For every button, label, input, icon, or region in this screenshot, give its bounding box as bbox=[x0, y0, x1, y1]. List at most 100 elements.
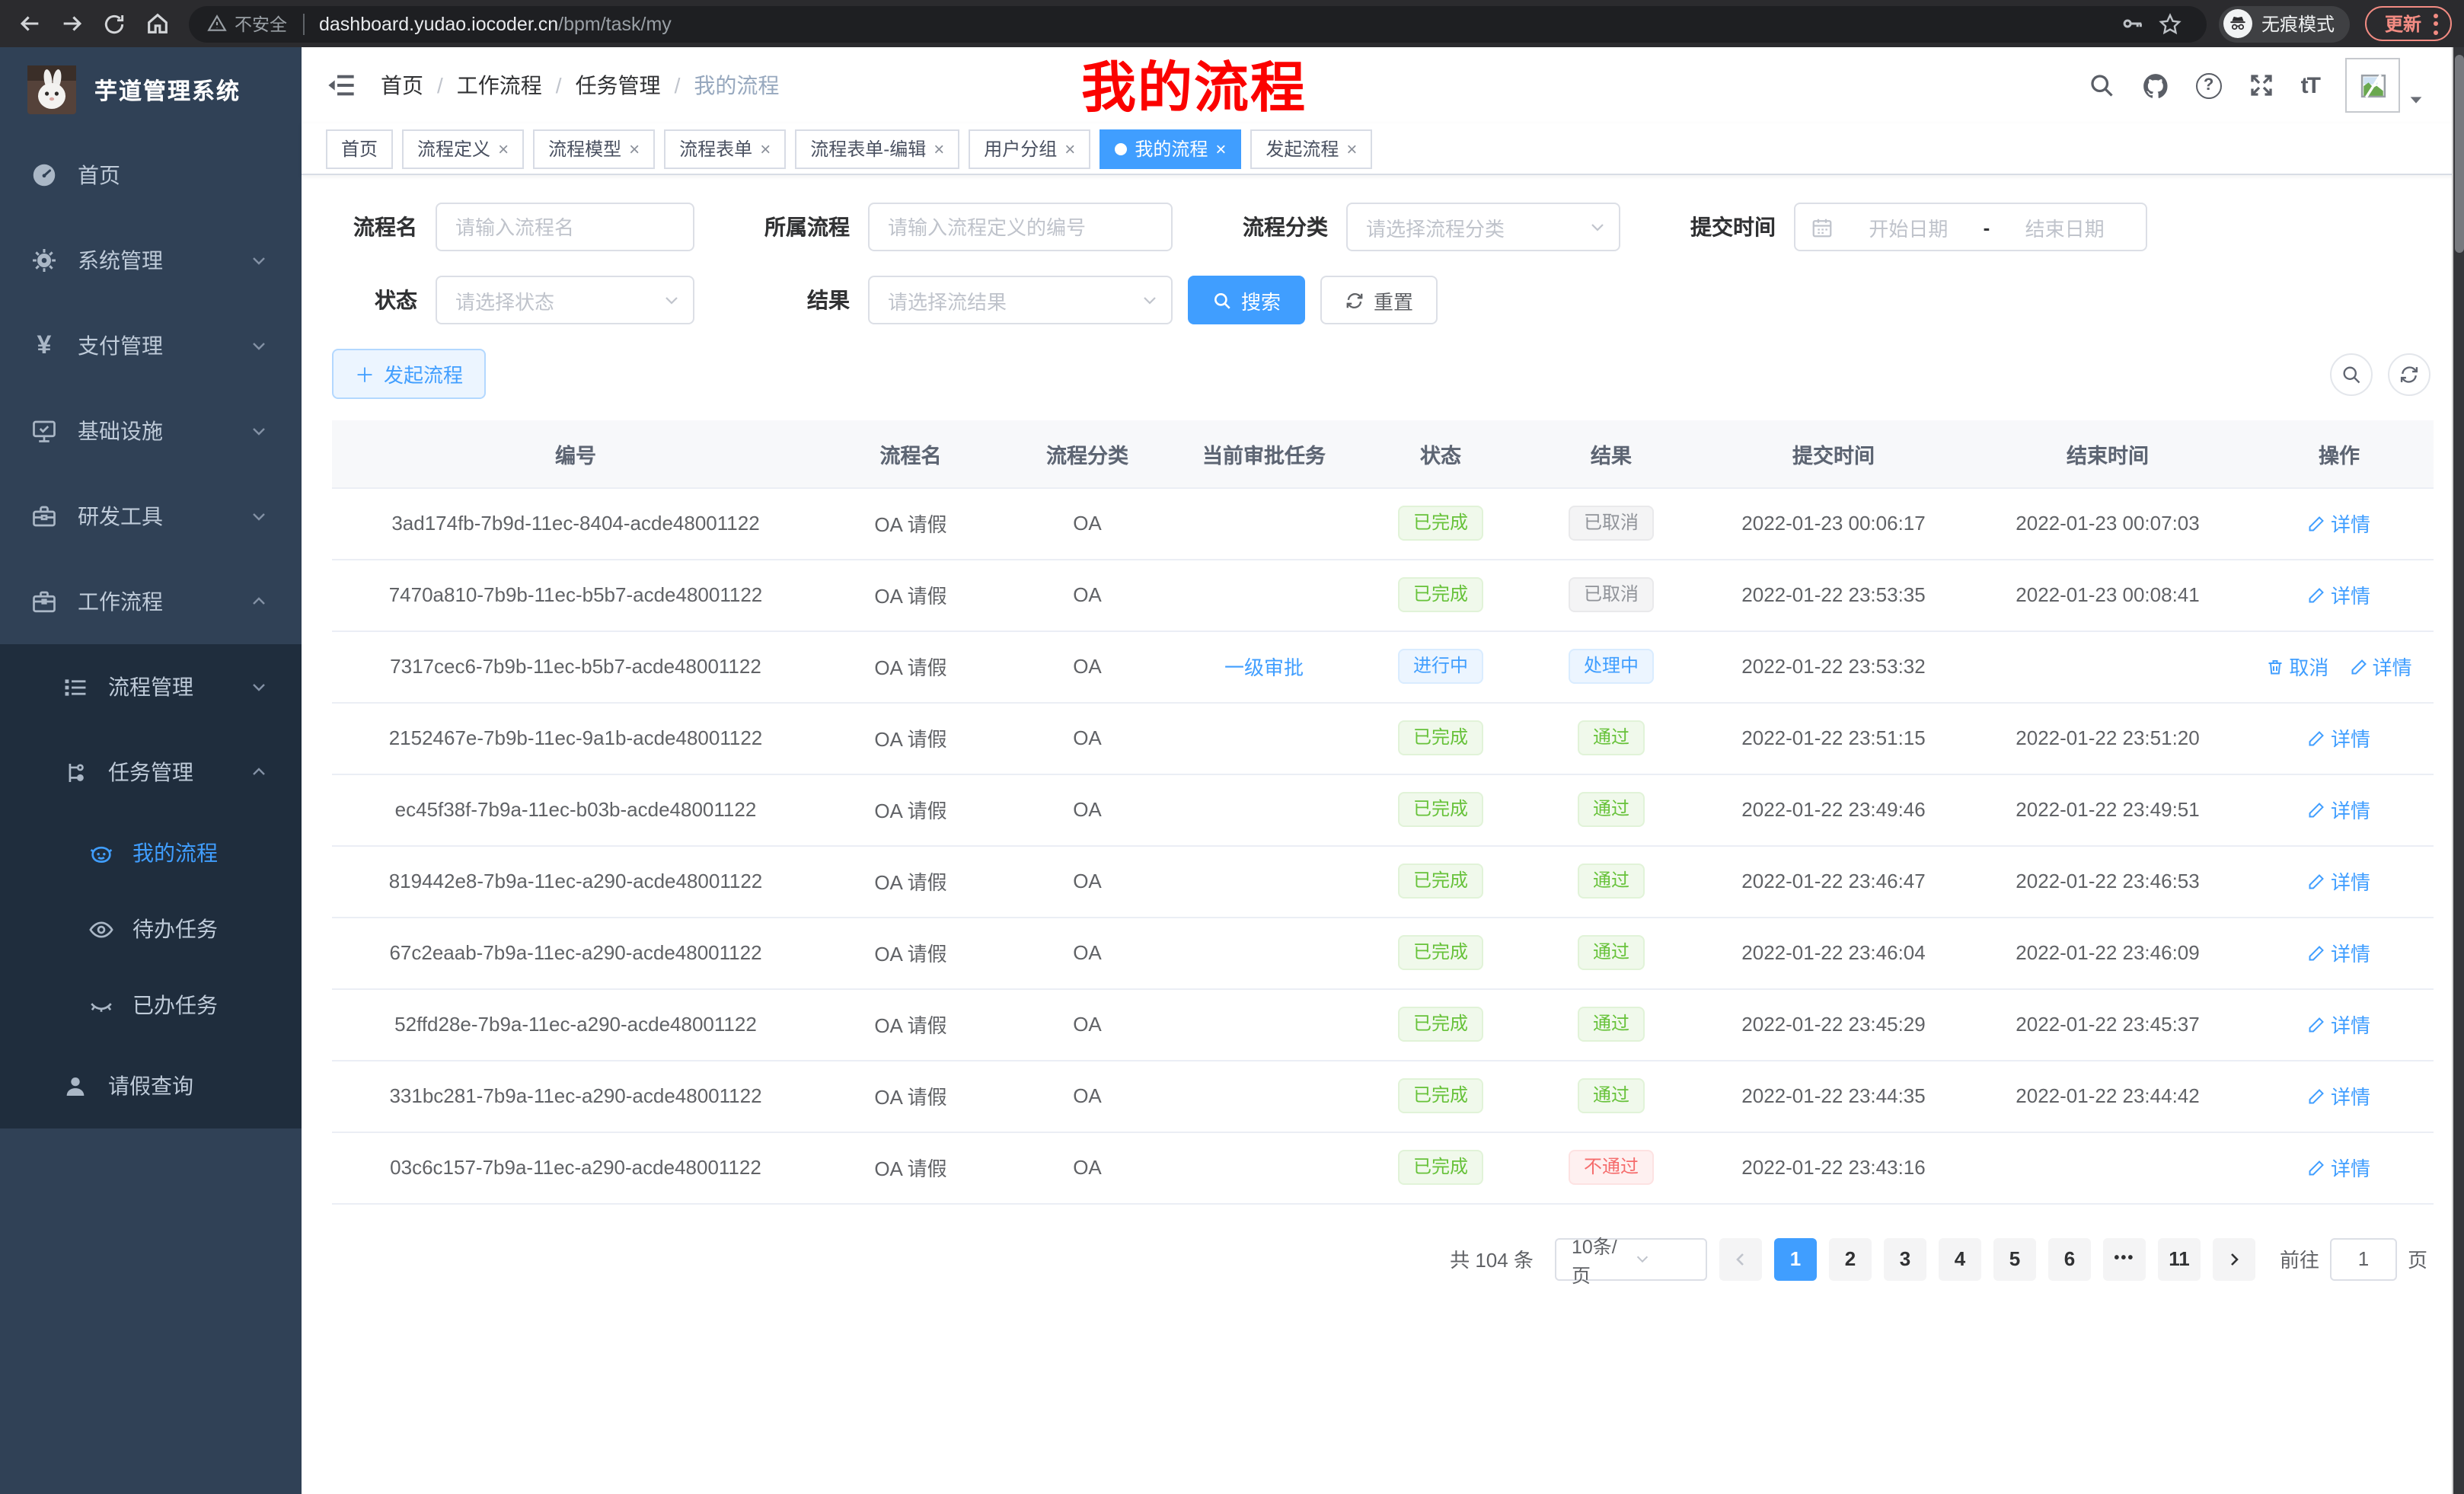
tab-process-form[interactable]: 流程表单× bbox=[664, 129, 786, 168]
password-key-button[interactable] bbox=[2115, 5, 2152, 42]
status-select[interactable]: 请选择状态 bbox=[436, 276, 694, 324]
sidebar-item-task-management[interactable]: 任务管理 bbox=[0, 729, 302, 815]
detail-link[interactable]: 详情 bbox=[2308, 509, 2370, 538]
search-button[interactable]: 搜索 bbox=[1188, 276, 1305, 324]
page-button-4[interactable]: 4 bbox=[1939, 1237, 1981, 1280]
page-button-3[interactable]: 3 bbox=[1884, 1237, 1926, 1280]
close-icon[interactable]: × bbox=[760, 139, 771, 158]
close-icon[interactable]: × bbox=[934, 139, 944, 158]
sidebar-item-my-process[interactable]: 我的流程 bbox=[0, 815, 302, 891]
tab-label: 流程定义 bbox=[417, 136, 490, 161]
sidebar-item-infrastructure[interactable]: 基础设施 bbox=[0, 388, 302, 474]
close-icon[interactable]: × bbox=[1346, 139, 1357, 158]
submit-time-range-picker[interactable]: 开始日期 - 结束日期 bbox=[1794, 203, 2147, 251]
fullscreen-button[interactable] bbox=[2248, 72, 2275, 99]
detail-link[interactable]: 详情 bbox=[2308, 580, 2370, 609]
cell-category: OA bbox=[1002, 1060, 1173, 1132]
more-pages-button[interactable]: ••• bbox=[2103, 1237, 2146, 1280]
url-host: dashboard.yudao.iocoder.cn bbox=[319, 13, 558, 34]
tab-user-group[interactable]: 用户分组× bbox=[969, 129, 1090, 168]
detail-link[interactable]: 详情 bbox=[2308, 1081, 2370, 1110]
chevron-down-icon bbox=[1634, 1250, 1696, 1267]
cell-id: 2152467e-7b9b-11ec-9a1b-acde48001122 bbox=[332, 702, 819, 774]
reset-button[interactable]: 重置 bbox=[1320, 276, 1438, 324]
tab-start-process[interactable]: 发起流程× bbox=[1250, 129, 1372, 168]
help-button[interactable]: ? bbox=[2196, 72, 2222, 98]
page-button-2[interactable]: 2 bbox=[1829, 1237, 1872, 1280]
eye-closed-icon bbox=[88, 992, 114, 1018]
page-size-select[interactable]: 10条/页 bbox=[1555, 1237, 1707, 1280]
page-button-1[interactable]: 1 bbox=[1774, 1237, 1817, 1280]
refresh-table-button[interactable] bbox=[2388, 353, 2430, 395]
cell-end-time: 2022-01-22 23:51:20 bbox=[1971, 702, 2245, 774]
sidebar-item-devtools[interactable]: 研发工具 bbox=[0, 474, 302, 559]
sidebar-item-done-tasks[interactable]: 已办任务 bbox=[0, 967, 302, 1043]
edit-icon bbox=[2308, 514, 2326, 532]
header-search-button[interactable] bbox=[2088, 72, 2115, 99]
browser-home-button[interactable] bbox=[137, 4, 177, 43]
process-name-input[interactable] bbox=[436, 203, 694, 251]
scrollbar-thumb[interactable] bbox=[2455, 55, 2464, 253]
sidebar-item-todo-tasks[interactable]: 待办任务 bbox=[0, 891, 302, 967]
cell-end-time: 2022-01-22 23:45:37 bbox=[1971, 988, 2245, 1060]
detail-link[interactable]: 详情 bbox=[2308, 938, 2370, 967]
browser-forward-button[interactable] bbox=[52, 4, 91, 43]
select-placeholder: 请选择状态 bbox=[455, 286, 662, 314]
page-button-11[interactable]: 11 bbox=[2158, 1237, 2201, 1280]
sidebar-item-workflow[interactable]: 工作流程 bbox=[0, 559, 302, 644]
breadcrumb-item[interactable]: 首页 bbox=[381, 70, 423, 101]
detail-link[interactable]: 详情 bbox=[2308, 1153, 2370, 1182]
address-bar[interactable]: 不安全 dashboard.yudao.iocoder.cn/bpm/task/… bbox=[189, 5, 2207, 42]
font-size-button[interactable]: tT bbox=[2301, 72, 2319, 98]
close-icon[interactable]: × bbox=[1215, 139, 1226, 158]
process-definition-input[interactable] bbox=[868, 203, 1173, 251]
sidebar-collapse-button[interactable] bbox=[326, 70, 356, 101]
page-button-5[interactable]: 5 bbox=[1993, 1237, 2036, 1280]
browser-toolbar: 不安全 dashboard.yudao.iocoder.cn/bpm/task/… bbox=[0, 0, 2464, 47]
sidebar-item-home[interactable]: 首页 bbox=[0, 132, 302, 218]
start-date-placeholder: 开始日期 bbox=[1843, 212, 1974, 241]
browser-reload-button[interactable] bbox=[94, 4, 134, 43]
browser-back-button[interactable] bbox=[9, 4, 49, 43]
user-menu[interactable] bbox=[2345, 58, 2424, 113]
detail-link[interactable]: 详情 bbox=[2350, 652, 2412, 681]
detail-link[interactable]: 详情 bbox=[2308, 723, 2370, 752]
sidebar-item-process-management[interactable]: 流程管理 bbox=[0, 644, 302, 729]
bookmark-star-button[interactable] bbox=[2152, 5, 2188, 42]
tab-home[interactable]: 首页 bbox=[326, 129, 393, 168]
github-button[interactable] bbox=[2141, 71, 2170, 100]
cancel-link[interactable]: 取消 bbox=[2266, 652, 2328, 681]
sidebar-item-system[interactable]: 系统管理 bbox=[0, 218, 302, 303]
security-chip[interactable]: 不安全 bbox=[207, 11, 287, 36]
breadcrumb-item[interactable]: 任务管理 bbox=[576, 70, 661, 101]
sidebar-item-payment[interactable]: ¥ 支付管理 bbox=[0, 303, 302, 388]
close-icon[interactable]: × bbox=[629, 139, 640, 158]
start-process-button[interactable]: ＋ 发起流程 bbox=[332, 349, 486, 399]
browser-update-button[interactable]: 更新 bbox=[2365, 6, 2452, 41]
prev-page-button[interactable] bbox=[1719, 1237, 1762, 1280]
task-link[interactable]: 一级审批 bbox=[1224, 652, 1304, 681]
next-page-button[interactable] bbox=[2213, 1237, 2255, 1280]
search-icon bbox=[1212, 290, 1232, 310]
table-header-row: 编号 流程名 流程分类 当前审批任务 状态 结果 提交时间 结束时间 操作 bbox=[332, 420, 2434, 487]
chevron-down-icon bbox=[1141, 291, 1159, 309]
close-icon[interactable]: × bbox=[498, 139, 509, 158]
detail-link[interactable]: 详情 bbox=[2308, 867, 2370, 895]
page-button-6[interactable]: 6 bbox=[2048, 1237, 2091, 1280]
page-scrollbar[interactable] bbox=[2452, 47, 2464, 1494]
detail-link[interactable]: 详情 bbox=[2308, 795, 2370, 824]
process-category-label: 流程分类 bbox=[1209, 212, 1346, 242]
tab-process-definition[interactable]: 流程定义 × bbox=[402, 129, 524, 168]
detail-link[interactable]: 详情 bbox=[2308, 1010, 2370, 1039]
tab-process-model[interactable]: 流程模型× bbox=[533, 129, 655, 168]
breadcrumb-item[interactable]: 工作流程 bbox=[457, 70, 542, 101]
tab-my-process[interactable]: 我的流程× bbox=[1100, 129, 1241, 168]
sidebar-item-leave-query[interactable]: 请假查询 bbox=[0, 1043, 302, 1128]
show-search-button[interactable] bbox=[2330, 353, 2373, 395]
close-icon[interactable]: × bbox=[1064, 139, 1075, 158]
process-category-select[interactable]: 请选择流程分类 bbox=[1346, 203, 1620, 251]
result-select[interactable]: 请选择流结果 bbox=[868, 276, 1173, 324]
tab-process-form-edit[interactable]: 流程表单-编辑× bbox=[795, 129, 959, 168]
table-row: 67c2eaab-7b9a-11ec-a290-acde48001122 OA … bbox=[332, 917, 2434, 988]
goto-page-input[interactable] bbox=[2330, 1237, 2397, 1280]
